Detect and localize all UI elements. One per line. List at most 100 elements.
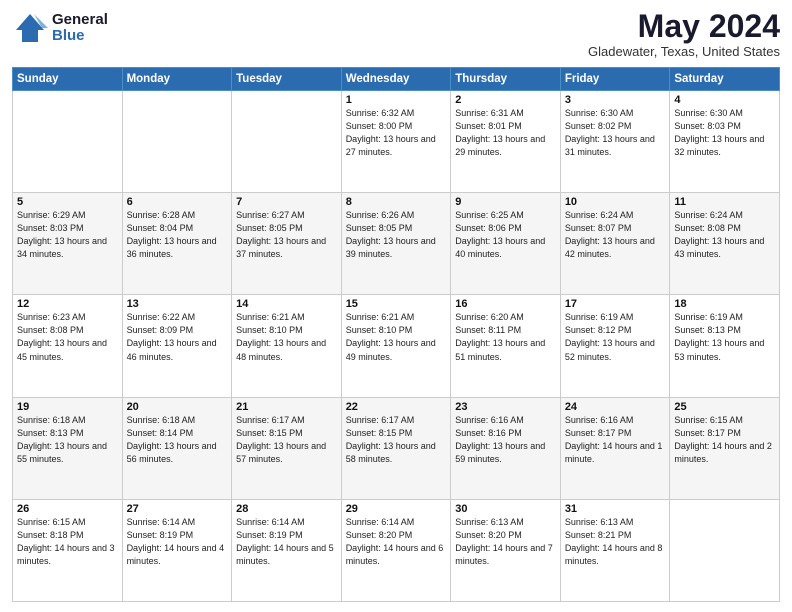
calendar-cell: 17Sunrise: 6:19 AMSunset: 8:12 PMDayligh… [560, 295, 670, 397]
day-number: 12 [17, 298, 118, 310]
day-number: 4 [674, 94, 775, 106]
day-info: Sunrise: 6:21 AMSunset: 8:10 PMDaylight:… [236, 311, 337, 363]
logo: General Blue [12, 10, 108, 46]
calendar-cell: 22Sunrise: 6:17 AMSunset: 8:15 PMDayligh… [341, 397, 451, 499]
calendar-cell: 4Sunrise: 6:30 AMSunset: 8:03 PMDaylight… [670, 91, 780, 193]
calendar-cell: 12Sunrise: 6:23 AMSunset: 8:08 PMDayligh… [13, 295, 123, 397]
calendar-week-2: 5Sunrise: 6:29 AMSunset: 8:03 PMDaylight… [13, 193, 780, 295]
header-right: May 2024 Gladewater, Texas, United State… [588, 10, 780, 59]
day-info: Sunrise: 6:20 AMSunset: 8:11 PMDaylight:… [455, 311, 556, 363]
day-info: Sunrise: 6:26 AMSunset: 8:05 PMDaylight:… [346, 209, 447, 261]
day-number: 11 [674, 196, 775, 208]
day-number: 18 [674, 298, 775, 310]
column-header-tuesday: Tuesday [232, 68, 342, 91]
day-info: Sunrise: 6:27 AMSunset: 8:05 PMDaylight:… [236, 209, 337, 261]
calendar-cell: 15Sunrise: 6:21 AMSunset: 8:10 PMDayligh… [341, 295, 451, 397]
calendar-cell: 18Sunrise: 6:19 AMSunset: 8:13 PMDayligh… [670, 295, 780, 397]
calendar-cell: 19Sunrise: 6:18 AMSunset: 8:13 PMDayligh… [13, 397, 123, 499]
day-info: Sunrise: 6:17 AMSunset: 8:15 PMDaylight:… [236, 414, 337, 466]
day-info: Sunrise: 6:31 AMSunset: 8:01 PMDaylight:… [455, 107, 556, 159]
logo-blue-text: Blue [52, 28, 108, 45]
day-number: 2 [455, 94, 556, 106]
calendar-cell: 6Sunrise: 6:28 AMSunset: 8:04 PMDaylight… [122, 193, 232, 295]
day-number: 23 [455, 401, 556, 413]
day-number: 31 [565, 503, 666, 515]
calendar-table: SundayMondayTuesdayWednesdayThursdayFrid… [12, 67, 780, 602]
header: General Blue May 2024 Gladewater, Texas,… [12, 10, 780, 59]
calendar-cell: 7Sunrise: 6:27 AMSunset: 8:05 PMDaylight… [232, 193, 342, 295]
day-info: Sunrise: 6:16 AMSunset: 8:17 PMDaylight:… [565, 414, 666, 466]
day-info: Sunrise: 6:18 AMSunset: 8:13 PMDaylight:… [17, 414, 118, 466]
day-number: 29 [346, 503, 447, 515]
day-info: Sunrise: 6:23 AMSunset: 8:08 PMDaylight:… [17, 311, 118, 363]
day-info: Sunrise: 6:14 AMSunset: 8:19 PMDaylight:… [127, 516, 228, 568]
day-info: Sunrise: 6:24 AMSunset: 8:08 PMDaylight:… [674, 209, 775, 261]
logo-icon [12, 10, 48, 46]
day-info: Sunrise: 6:28 AMSunset: 8:04 PMDaylight:… [127, 209, 228, 261]
day-info: Sunrise: 6:14 AMSunset: 8:19 PMDaylight:… [236, 516, 337, 568]
calendar-week-3: 12Sunrise: 6:23 AMSunset: 8:08 PMDayligh… [13, 295, 780, 397]
calendar-cell: 25Sunrise: 6:15 AMSunset: 8:17 PMDayligh… [670, 397, 780, 499]
calendar-cell: 3Sunrise: 6:30 AMSunset: 8:02 PMDaylight… [560, 91, 670, 193]
calendar-cell: 11Sunrise: 6:24 AMSunset: 8:08 PMDayligh… [670, 193, 780, 295]
day-info: Sunrise: 6:21 AMSunset: 8:10 PMDaylight:… [346, 311, 447, 363]
day-info: Sunrise: 6:15 AMSunset: 8:18 PMDaylight:… [17, 516, 118, 568]
calendar-cell [232, 91, 342, 193]
calendar-cell: 9Sunrise: 6:25 AMSunset: 8:06 PMDaylight… [451, 193, 561, 295]
day-info: Sunrise: 6:13 AMSunset: 8:20 PMDaylight:… [455, 516, 556, 568]
calendar-cell: 8Sunrise: 6:26 AMSunset: 8:05 PMDaylight… [341, 193, 451, 295]
calendar-week-1: 1Sunrise: 6:32 AMSunset: 8:00 PMDaylight… [13, 91, 780, 193]
calendar-cell: 26Sunrise: 6:15 AMSunset: 8:18 PMDayligh… [13, 499, 123, 601]
day-number: 5 [17, 196, 118, 208]
day-number: 21 [236, 401, 337, 413]
day-info: Sunrise: 6:16 AMSunset: 8:16 PMDaylight:… [455, 414, 556, 466]
day-info: Sunrise: 6:14 AMSunset: 8:20 PMDaylight:… [346, 516, 447, 568]
column-header-sunday: Sunday [13, 68, 123, 91]
day-number: 19 [17, 401, 118, 413]
column-header-monday: Monday [122, 68, 232, 91]
day-info: Sunrise: 6:22 AMSunset: 8:09 PMDaylight:… [127, 311, 228, 363]
day-info: Sunrise: 6:18 AMSunset: 8:14 PMDaylight:… [127, 414, 228, 466]
day-number: 24 [565, 401, 666, 413]
calendar-cell: 29Sunrise: 6:14 AMSunset: 8:20 PMDayligh… [341, 499, 451, 601]
day-number: 8 [346, 196, 447, 208]
column-header-wednesday: Wednesday [341, 68, 451, 91]
day-number: 15 [346, 298, 447, 310]
calendar-header-row: SundayMondayTuesdayWednesdayThursdayFrid… [13, 68, 780, 91]
calendar-cell: 24Sunrise: 6:16 AMSunset: 8:17 PMDayligh… [560, 397, 670, 499]
calendar-cell: 14Sunrise: 6:21 AMSunset: 8:10 PMDayligh… [232, 295, 342, 397]
calendar-cell: 31Sunrise: 6:13 AMSunset: 8:21 PMDayligh… [560, 499, 670, 601]
calendar-cell: 20Sunrise: 6:18 AMSunset: 8:14 PMDayligh… [122, 397, 232, 499]
logo-general-text: General [52, 12, 108, 29]
column-header-saturday: Saturday [670, 68, 780, 91]
calendar-cell: 1Sunrise: 6:32 AMSunset: 8:00 PMDaylight… [341, 91, 451, 193]
day-info: Sunrise: 6:24 AMSunset: 8:07 PMDaylight:… [565, 209, 666, 261]
calendar-cell [122, 91, 232, 193]
calendar-cell: 13Sunrise: 6:22 AMSunset: 8:09 PMDayligh… [122, 295, 232, 397]
calendar-cell: 30Sunrise: 6:13 AMSunset: 8:20 PMDayligh… [451, 499, 561, 601]
calendar-cell [13, 91, 123, 193]
day-number: 20 [127, 401, 228, 413]
day-number: 10 [565, 196, 666, 208]
day-number: 3 [565, 94, 666, 106]
calendar-week-5: 26Sunrise: 6:15 AMSunset: 8:18 PMDayligh… [13, 499, 780, 601]
day-info: Sunrise: 6:30 AMSunset: 8:02 PMDaylight:… [565, 107, 666, 159]
column-header-thursday: Thursday [451, 68, 561, 91]
calendar-cell: 10Sunrise: 6:24 AMSunset: 8:07 PMDayligh… [560, 193, 670, 295]
day-info: Sunrise: 6:15 AMSunset: 8:17 PMDaylight:… [674, 414, 775, 466]
day-info: Sunrise: 6:30 AMSunset: 8:03 PMDaylight:… [674, 107, 775, 159]
location: Gladewater, Texas, United States [588, 44, 780, 59]
day-number: 7 [236, 196, 337, 208]
logo-text: General Blue [52, 12, 108, 45]
day-number: 6 [127, 196, 228, 208]
column-header-friday: Friday [560, 68, 670, 91]
day-number: 9 [455, 196, 556, 208]
day-number: 27 [127, 503, 228, 515]
day-number: 13 [127, 298, 228, 310]
calendar-cell: 23Sunrise: 6:16 AMSunset: 8:16 PMDayligh… [451, 397, 561, 499]
calendar-cell: 27Sunrise: 6:14 AMSunset: 8:19 PMDayligh… [122, 499, 232, 601]
day-number: 28 [236, 503, 337, 515]
day-info: Sunrise: 6:29 AMSunset: 8:03 PMDaylight:… [17, 209, 118, 261]
calendar-cell: 2Sunrise: 6:31 AMSunset: 8:01 PMDaylight… [451, 91, 561, 193]
day-number: 26 [17, 503, 118, 515]
